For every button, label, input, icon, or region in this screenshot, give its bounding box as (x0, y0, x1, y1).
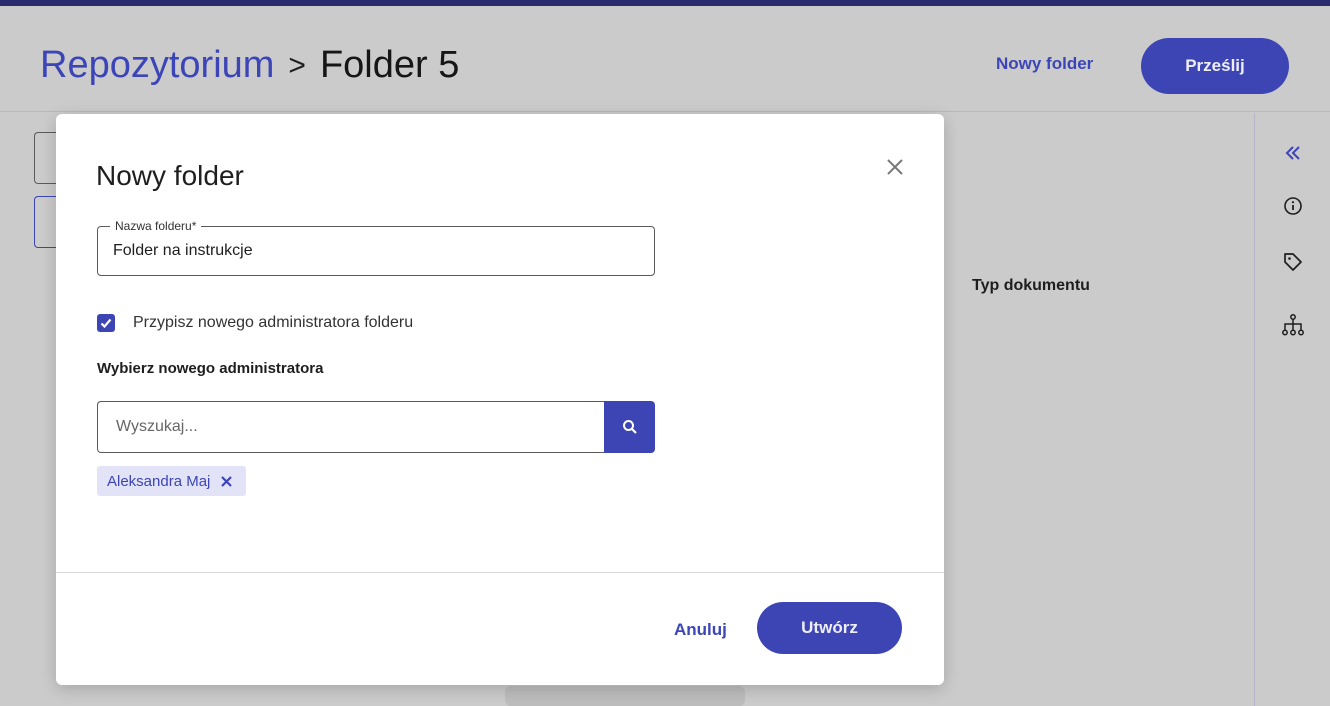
search-button[interactable] (604, 401, 655, 453)
admin-search-input[interactable] (97, 401, 604, 453)
tag-icon[interactable] (1279, 248, 1307, 276)
upload-button[interactable]: Prześlij (1141, 38, 1289, 94)
cancel-button[interactable]: Anuluj (674, 620, 727, 640)
info-icon[interactable] (1279, 192, 1307, 220)
choose-admin-heading: Wybierz nowego administratora (97, 360, 324, 377)
checkmark-icon (100, 318, 112, 329)
collapse-double-chevron-icon[interactable] (1279, 139, 1307, 167)
breadcrumb: Repozytorium > Folder 5 (40, 44, 459, 87)
selected-admin-chip: Aleksandra Maj (97, 466, 247, 496)
assign-admin-label[interactable]: Przypisz nowego administratora folderu (133, 314, 413, 332)
background-panel (505, 686, 745, 706)
folder-name-value[interactable]: Folder na instrukcje (113, 242, 253, 260)
new-folder-link[interactable]: Nowy folder (996, 54, 1093, 74)
dialog-divider (56, 572, 944, 573)
breadcrumb-separator: > (288, 48, 306, 82)
right-rail (1254, 113, 1330, 706)
document-type-column-header: Typ dokumentu (972, 277, 1090, 294)
hierarchy-icon[interactable] (1279, 311, 1307, 339)
create-button[interactable]: Utwórz (757, 602, 902, 654)
new-folder-dialog: Nowy folder Nazwa folderu* Folder na ins… (56, 114, 944, 685)
close-icon[interactable] (882, 154, 908, 180)
folder-name-label: Nazwa folderu* (110, 219, 202, 233)
folder-name-field[interactable]: Nazwa folderu* Folder na instrukcje (97, 219, 655, 276)
selected-admin-name: Aleksandra Maj (107, 472, 211, 490)
page-header: Repozytorium > Folder 5 Nowy folder Prze… (0, 6, 1330, 112)
dialog-title: Nowy folder (96, 160, 244, 191)
assign-admin-checkbox[interactable] (97, 314, 115, 332)
breadcrumb-current: Folder 5 (319, 44, 460, 86)
breadcrumb-root-link[interactable]: Repozytorium (40, 44, 274, 87)
remove-chip-icon[interactable] (220, 474, 234, 488)
search-icon (622, 420, 637, 434)
